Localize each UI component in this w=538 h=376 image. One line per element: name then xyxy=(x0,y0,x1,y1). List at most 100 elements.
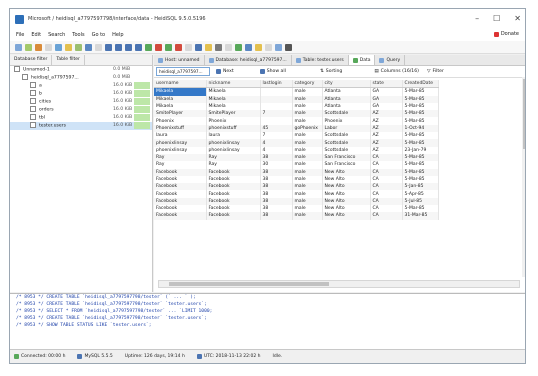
table-cell[interactable]: Mikaela xyxy=(154,95,207,103)
table-row[interactable]: Mikaela Mikaela male Atlanta GA 5-Mar-85 xyxy=(154,87,439,96)
table-cell[interactable]: 5-Mar-85 xyxy=(402,168,439,176)
table-cell[interactable]: Facebook xyxy=(206,205,261,213)
table-cell[interactable]: 38 xyxy=(260,190,293,198)
table-cell[interactable]: Facebook xyxy=(206,183,261,191)
column-header[interactable]: category xyxy=(292,80,323,89)
horizontal-scrollbar[interactable] xyxy=(158,280,520,288)
table-cell[interactable]: 7 xyxy=(260,132,293,140)
table-cell[interactable]: Facebook xyxy=(154,190,207,198)
table-cell[interactable]: AZ xyxy=(370,110,403,118)
table-row[interactable]: Phoenix Phoenix male Phoenix AZ 5-Mar-85 xyxy=(154,117,439,125)
table-row[interactable]: Mikaela Mikaela male Atlanta GA 5-Mar-85 xyxy=(154,95,439,103)
table-cell[interactable] xyxy=(260,117,293,125)
table-cell[interactable]: Facebook xyxy=(206,212,261,220)
table-cell[interactable]: Scottsdale xyxy=(322,139,371,147)
horizontal-scroll-thumb[interactable] xyxy=(169,282,329,286)
table-row[interactable]: Facebook Facebook 38 male New Alto CA 5-Mar-85 xyxy=(154,168,439,176)
table-cell[interactable]: Atlanta xyxy=(322,95,371,103)
table-cell[interactable]: Ray xyxy=(206,153,261,162)
table-cell[interactable]: CA xyxy=(370,153,403,162)
table-cell[interactable]: Facebook xyxy=(206,197,261,206)
table-cell[interactable]: AZ xyxy=(370,139,403,147)
show-all-button[interactable]: Show all xyxy=(258,69,288,74)
column-header[interactable]: city xyxy=(322,80,371,89)
table-cell[interactable]: male xyxy=(292,168,323,176)
table-cell[interactable]: male xyxy=(292,153,323,162)
table-cell[interactable]: Ray xyxy=(154,153,207,162)
tree-item[interactable]: cities 16.0 KiB xyxy=(10,98,152,106)
table-row[interactable]: Mikaela Mikaela male Atlanta GA 5-Mar-85 xyxy=(154,102,439,111)
table-cell[interactable]: Ray xyxy=(154,161,207,169)
table-cell[interactable]: 5-Mar-85 xyxy=(402,95,439,103)
tree-item[interactable]: orders 16.0 KiB xyxy=(10,106,152,114)
copy-icon[interactable] xyxy=(55,43,62,51)
data-grid[interactable]: username nickname lastlogin category city sta… xyxy=(154,80,525,220)
table-cell[interactable]: AZ xyxy=(370,146,403,154)
donate-button[interactable]: Donate xyxy=(493,31,519,37)
table-cell[interactable] xyxy=(260,95,293,103)
run-query-icon[interactable] xyxy=(195,43,202,51)
session-manager-icon[interactable] xyxy=(15,43,22,51)
tab-item[interactable]: Database: heidisql_a7797597... xyxy=(205,55,292,65)
table-row[interactable]: SmitePlayer SmitePlayer 7 male Scottsdale AZ 5… xyxy=(154,110,439,118)
table-cell[interactable]: male xyxy=(292,161,323,169)
sql-log[interactable]: /* 8953 */ CREATE TABLE `heidisql_a77975… xyxy=(10,293,525,351)
table-cell[interactable]: phoenixlinsay xyxy=(206,146,261,154)
table-cell[interactable]: male xyxy=(292,205,323,213)
table-cell[interactable]: GA xyxy=(370,102,403,111)
table-cell[interactable]: Mikaela xyxy=(154,87,207,96)
tree-item[interactable]: tester.users 16.0 KiB xyxy=(10,122,152,130)
table-cell[interactable]: Scottsdale xyxy=(322,110,371,118)
table-row[interactable]: Phoenixstuff phoenixstuff 45 goPhoenix Labor… xyxy=(154,124,439,133)
table-row[interactable]: Facebook Facebook 38 male New Alto CA 5-Apr-85 xyxy=(154,190,439,198)
table-row[interactable]: phoenixlinsay phoenixlinsay 4 male Scottsdal… xyxy=(154,139,439,147)
table-cell[interactable]: CA xyxy=(370,212,403,220)
table-cell[interactable]: CA xyxy=(370,175,403,184)
tree-item[interactable]: Unnamed-1 0.0 MiB xyxy=(10,66,152,74)
table-cell[interactable]: Facebook xyxy=(206,168,261,176)
table-cell[interactable]: male xyxy=(292,102,323,111)
table-cell[interactable]: Facebook xyxy=(154,183,207,191)
table-row[interactable]: Facebook Facebook 38 male New Alto CA 5-Jul-85 xyxy=(154,197,439,206)
paste-icon[interactable] xyxy=(65,43,72,51)
table-cell[interactable]: phoenixlinsay xyxy=(154,139,207,147)
table-cell[interactable]: CA xyxy=(370,168,403,176)
tree-item[interactable]: a 16.0 KiB xyxy=(10,82,152,90)
table-cell[interactable]: New Alto xyxy=(322,197,371,206)
menu-help[interactable]: Help xyxy=(112,32,123,38)
prev-record-icon[interactable] xyxy=(115,43,122,51)
post-icon[interactable] xyxy=(165,43,172,51)
tree-item[interactable]: heidisql_a7797597... 0.0 MiB xyxy=(10,74,152,82)
table-cell[interactable]: male xyxy=(292,146,323,154)
cancel-icon[interactable] xyxy=(175,43,182,51)
table-cell[interactable]: SmitePlayer xyxy=(206,110,261,118)
table-filter-tab[interactable]: Table filter xyxy=(52,55,85,65)
table-cell[interactable]: CA xyxy=(370,190,403,198)
table-cell[interactable]: male xyxy=(292,117,323,125)
table-cell[interactable]: Ray xyxy=(206,161,261,169)
menu-file[interactable]: File xyxy=(16,32,24,38)
table-cell[interactable]: CA xyxy=(370,183,403,191)
table-cell[interactable]: SmitePlayer xyxy=(154,110,207,118)
connect-icon[interactable] xyxy=(25,43,32,51)
table-row[interactable]: Facebook Facebook 38 male New Alto CA 31-Mar-8… xyxy=(154,212,439,220)
table-cell[interactable]: AZ xyxy=(370,124,403,133)
next-button[interactable]: Next xyxy=(214,69,236,74)
table-cell[interactable]: Phoenixstuff xyxy=(154,124,207,133)
sorting-button[interactable]: ⇅ Sorting xyxy=(318,69,344,74)
user-manager-icon[interactable] xyxy=(85,43,92,51)
table-cell[interactable]: 4 xyxy=(260,139,293,147)
table-cell[interactable]: Mikaela xyxy=(154,102,207,111)
table-cell[interactable]: Facebook xyxy=(154,205,207,213)
insert-row-icon[interactable] xyxy=(145,43,152,51)
table-cell[interactable]: Mikaela xyxy=(206,102,261,111)
minimize-button[interactable]: – xyxy=(475,14,479,23)
table-cell[interactable]: male xyxy=(292,190,323,198)
table-cell[interactable]: goPhoenix xyxy=(292,124,323,133)
table-cell[interactable]: 38 xyxy=(260,197,293,206)
tab-item[interactable]: Query xyxy=(375,55,406,65)
table-cell[interactable]: 5-Mar-85 xyxy=(402,175,439,184)
table-cell[interactable]: 31-Mar-85 xyxy=(402,212,439,220)
table-cell[interactable]: 30 xyxy=(260,161,293,169)
table-cell[interactable]: Labor xyxy=(322,124,371,133)
